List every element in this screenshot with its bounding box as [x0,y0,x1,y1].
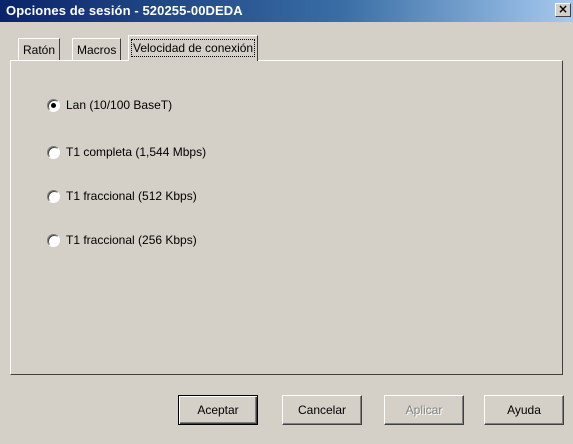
tab-macros[interactable]: Macros [72,38,122,60]
accept-button[interactable]: Aceptar [178,395,258,425]
tab-macros-label: Macros [77,43,117,57]
tab-raton-label: Ratón [23,43,56,57]
option-t1-fraccional-512[interactable]: T1 fraccional (512 Kbps) [47,188,197,204]
radio-button[interactable] [47,98,60,112]
option-t1-completa[interactable]: T1 completa (1,544 Mbps) [47,144,206,160]
tab-velocidad-de-conexion[interactable]: Velocidad de conexión [128,35,259,61]
option-label: T1 fraccional (512 Kbps) [66,189,197,203]
option-label: T1 completa (1,544 Mbps) [66,145,207,159]
radio-button[interactable] [47,145,60,159]
tab-velocidad-label: Velocidad de conexión [130,39,256,57]
radio-button[interactable] [47,189,60,203]
title-bar[interactable]: Opciones de sesión - 520255-00DEDA × [0,0,573,22]
option-label: T1 fraccional (256 Kbps) [66,233,197,247]
window-title: Opciones de sesión - 520255-00DEDA [6,3,243,18]
option-t1-fraccional-256[interactable]: T1 fraccional (256 Kbps) [47,232,197,248]
help-button[interactable]: Ayuda [484,395,564,425]
close-icon: × [557,2,569,16]
tab-raton[interactable]: Ratón [18,38,61,60]
cancel-button[interactable]: Cancelar [282,395,362,425]
option-lan[interactable]: Lan (10/100 BaseT) [47,97,172,113]
radio-button[interactable] [47,233,60,247]
apply-button[interactable]: Aplicar [384,395,464,425]
close-button[interactable]: × [555,3,571,17]
option-label: Lan (10/100 BaseT) [66,98,173,112]
